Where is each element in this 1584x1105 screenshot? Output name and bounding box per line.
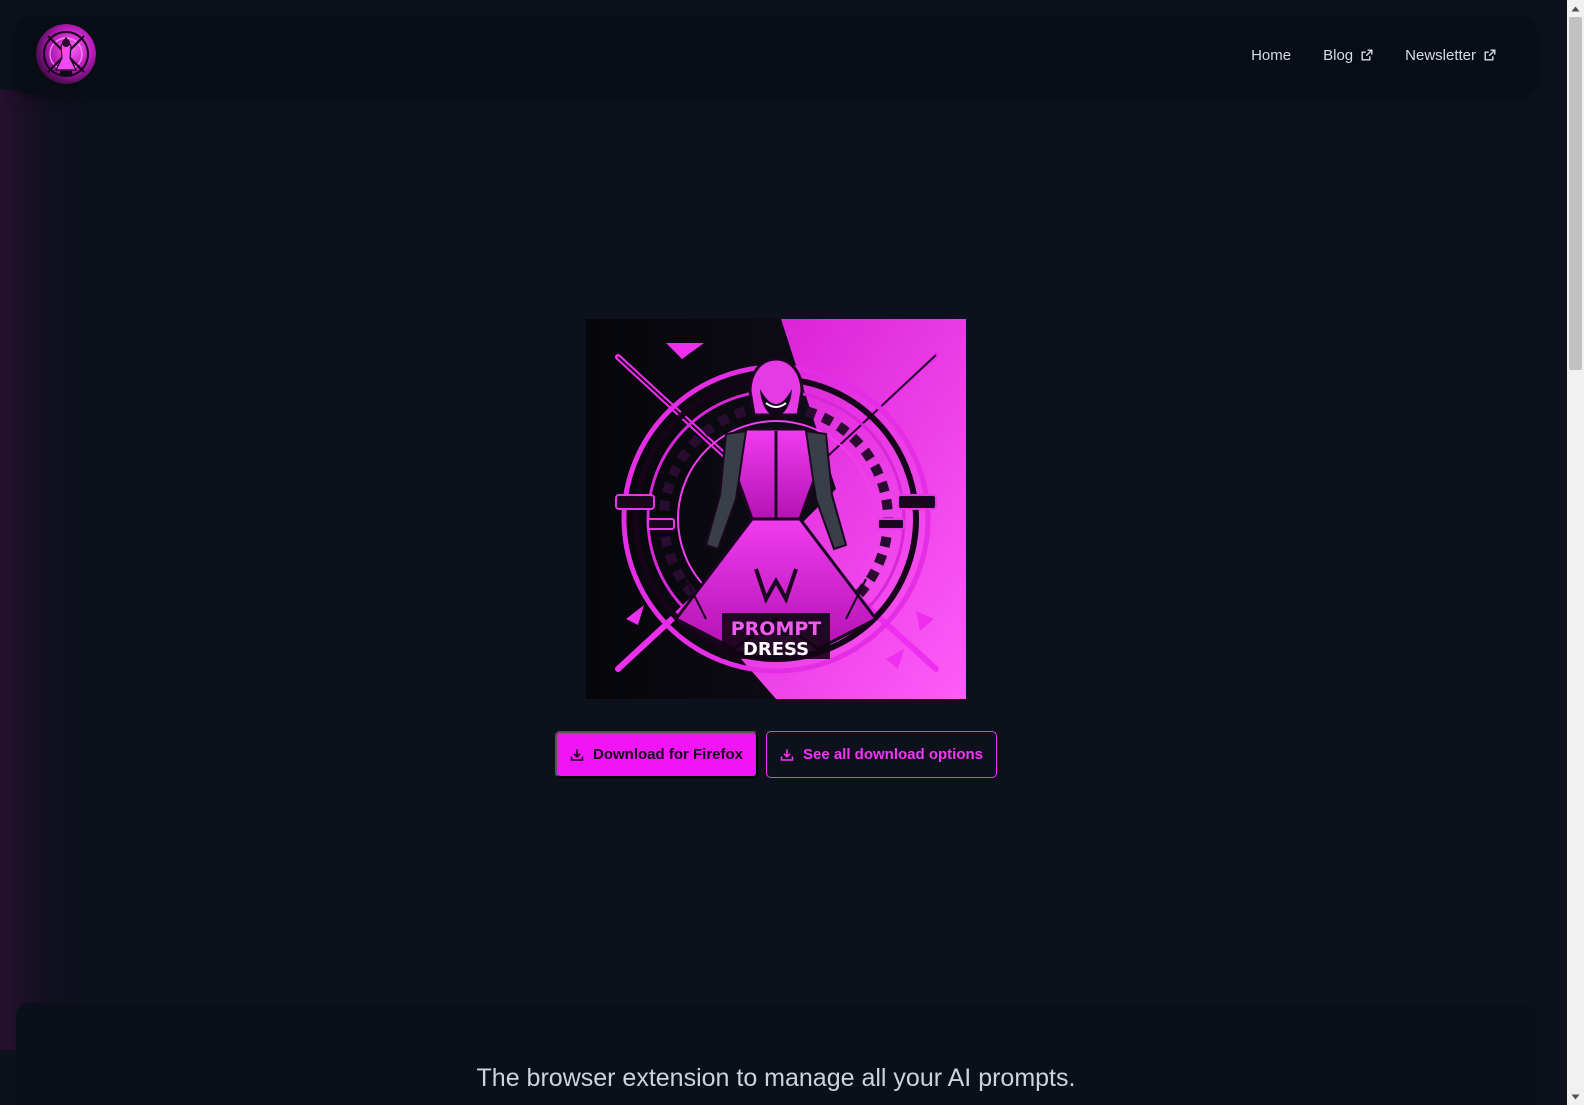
- nav-link-blog[interactable]: Blog: [1323, 47, 1373, 64]
- scroll-up-arrow[interactable]: [1567, 0, 1584, 17]
- nav-link-home[interactable]: Home: [1251, 47, 1291, 64]
- external-link-icon: [1361, 49, 1373, 61]
- download-firefox-label: Download for Firefox: [593, 746, 743, 763]
- hero-logo-image: PROMPT DRESS: [586, 319, 966, 699]
- nav-links: Home Blog Newsletter: [1251, 16, 1496, 94]
- chevron-up-icon: [1571, 6, 1580, 11]
- logo-text-line2: DRESS: [743, 639, 809, 660]
- scroll-down-arrow[interactable]: [1567, 1088, 1584, 1105]
- background-glow: [0, 90, 90, 1050]
- navbar: Home Blog Newsletter: [16, 16, 1536, 94]
- see-all-downloads-label: See all download options: [802, 746, 983, 763]
- download-icon: [570, 749, 584, 761]
- nav-link-home-label: Home: [1251, 46, 1292, 64]
- external-link-icon: [1484, 49, 1496, 61]
- page: Home Blog Newsletter PROMPT DRESS Downlo…: [0, 0, 1584, 1105]
- chevron-down-icon: [1571, 1094, 1580, 1099]
- brand-logo-icon: [36, 24, 96, 84]
- download-icon: [780, 749, 794, 761]
- nav-link-newsletter-label: Newsletter: [1405, 46, 1476, 64]
- see-all-downloads-button[interactable]: See all download options: [766, 731, 997, 778]
- vertical-scrollbar[interactable]: [1567, 0, 1584, 1105]
- download-firefox-button[interactable]: Download for Firefox: [555, 731, 758, 778]
- prompt-dress-logo-art: PROMPT DRESS: [586, 319, 966, 699]
- nav-link-blog-label: Blog: [1323, 46, 1354, 64]
- nav-link-newsletter[interactable]: Newsletter: [1405, 47, 1496, 64]
- logo-text-line1: PROMPT: [731, 618, 822, 640]
- tagline: The browser extension to manage all your…: [476, 1064, 1076, 1092]
- scroll-thumb[interactable]: [1569, 17, 1582, 370]
- brand-logo[interactable]: [36, 24, 96, 84]
